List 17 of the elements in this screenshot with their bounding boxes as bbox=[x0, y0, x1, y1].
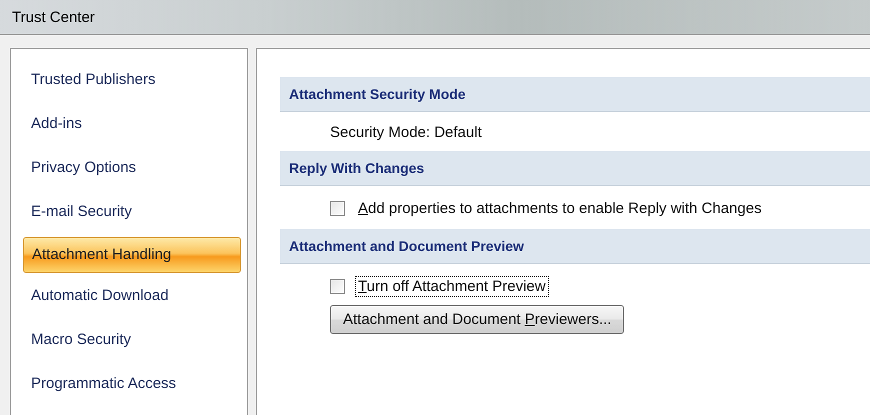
checkbox-label[interactable]: Add properties to attachments to enable Reply with Changes bbox=[355, 198, 765, 219]
checkbox-label[interactable]: Turn off Attachment Preview bbox=[355, 276, 549, 297]
sidebar-item[interactable]: Trusted Publishers bbox=[23, 65, 241, 109]
section-header: Reply With Changes bbox=[280, 151, 870, 186]
section-header: Attachment Security Mode bbox=[280, 77, 870, 112]
section-header: Attachment and Document Preview bbox=[280, 229, 870, 264]
security-mode-text: Security Mode: Default bbox=[330, 124, 482, 141]
window-title: Trust Center bbox=[12, 8, 95, 26]
previewers-button[interactable]: Attachment and Document Previewers... bbox=[330, 305, 624, 334]
sidebar-item[interactable]: Attachment Handling bbox=[23, 237, 241, 273]
sidebar-item[interactable]: Automatic Download bbox=[23, 281, 241, 325]
sidebar-item[interactable]: Macro Security bbox=[23, 325, 241, 369]
sidebar-item[interactable]: Privacy Options bbox=[23, 153, 241, 197]
sidebar-item[interactable]: Add-ins bbox=[23, 109, 241, 153]
sidebar-item[interactable]: Programmatic Access bbox=[23, 369, 241, 413]
checkbox[interactable] bbox=[330, 201, 345, 216]
checkbox[interactable] bbox=[330, 279, 345, 294]
